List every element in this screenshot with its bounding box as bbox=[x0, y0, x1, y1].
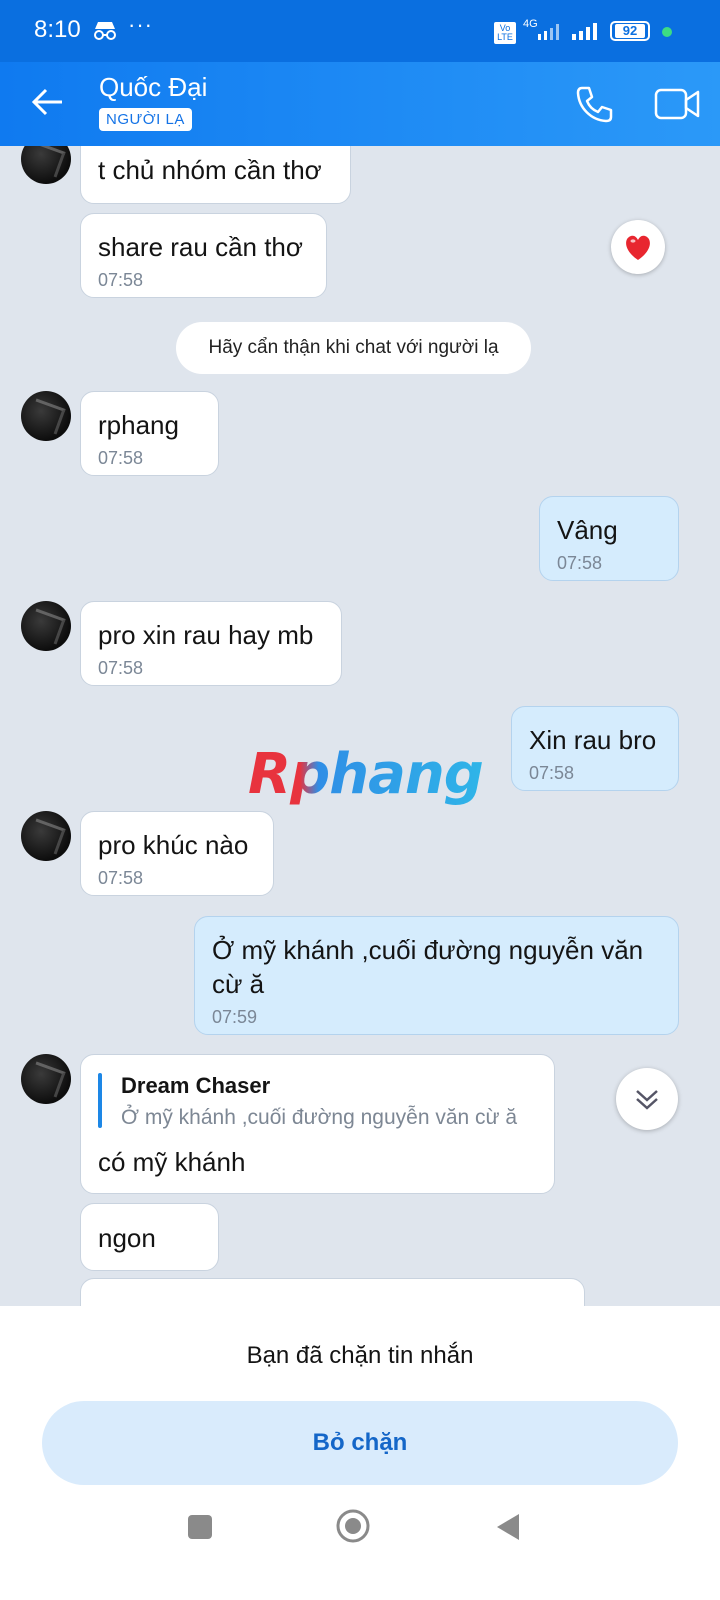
message-time: 07:58 bbox=[98, 868, 144, 888]
home-icon[interactable] bbox=[335, 1508, 371, 1549]
signal-2-icon bbox=[570, 22, 602, 47]
message-text: share rau cần thơ bbox=[98, 232, 303, 262]
message-text: ngon bbox=[98, 1223, 156, 1253]
message-bubble[interactable]: ngon bbox=[80, 1203, 219, 1271]
system-nav-bar bbox=[0, 1498, 720, 1600]
avatar[interactable] bbox=[21, 811, 71, 861]
message-text: t chủ nhóm cần thơ bbox=[98, 155, 322, 185]
battery-icon: 92 bbox=[610, 21, 650, 41]
message-text: pro khúc nào bbox=[98, 830, 249, 860]
message-text-line-2: cừ ă bbox=[212, 969, 265, 999]
heart-reaction-icon[interactable] bbox=[611, 220, 665, 274]
back-nav-icon[interactable] bbox=[495, 1512, 521, 1547]
chat-area[interactable]: t chủ nhóm cần thơ share rau cần thơ 07:… bbox=[0, 146, 720, 1306]
message-text: có mỹ khánh bbox=[98, 1147, 246, 1177]
video-call-icon[interactable] bbox=[654, 86, 700, 127]
message-bubble[interactable]: pro khúc nào 07:58 bbox=[80, 811, 274, 896]
message-bubble[interactable] bbox=[80, 1278, 585, 1306]
reply-message-bubble[interactable]: Dream Chaser Ở mỹ khánh ,cuối đường nguy… bbox=[80, 1054, 555, 1194]
more-notifications-icon: ··· bbox=[128, 12, 153, 37]
message-time: 07:58 bbox=[98, 658, 144, 678]
message-bubble[interactable]: share rau cần thơ 07:58 bbox=[80, 213, 327, 298]
message-text: pro xin rau hay mb bbox=[98, 620, 314, 650]
message-bubble-outgoing[interactable]: Xin rau bro 07:58 bbox=[511, 706, 679, 791]
volte-icon: Vo LTE bbox=[494, 22, 516, 44]
active-dot-icon bbox=[662, 27, 672, 37]
message-text: Xin rau bro bbox=[529, 725, 657, 755]
quote-bar bbox=[98, 1073, 102, 1128]
back-arrow-icon[interactable] bbox=[30, 84, 66, 125]
message-time: 07:58 bbox=[557, 553, 603, 573]
avatar[interactable] bbox=[21, 146, 71, 184]
incognito-icon bbox=[92, 20, 118, 47]
message-time: 07:59 bbox=[212, 1007, 258, 1027]
message-bubble[interactable]: pro xin rau hay mb 07:58 bbox=[80, 601, 342, 686]
signal-icon bbox=[536, 22, 564, 47]
avatar[interactable] bbox=[21, 391, 71, 441]
message-bubble[interactable]: rphang 07:58 bbox=[80, 391, 219, 476]
message-time: 07:58 bbox=[98, 270, 144, 290]
contact-name[interactable]: Quốc Đại bbox=[99, 72, 207, 103]
watermark-logo: Rphang bbox=[248, 742, 484, 807]
double-chevron-down-icon bbox=[636, 1090, 658, 1110]
unblock-button[interactable]: Bỏ chặn bbox=[42, 1401, 678, 1485]
message-bubble-outgoing[interactable]: Ở mỹ khánh ,cuối đường nguyễn văn cừ ă 0… bbox=[194, 916, 679, 1035]
stranger-warning-notice: Hãy cẩn thận khi chat với người lạ bbox=[176, 322, 531, 374]
message-bubble-outgoing[interactable]: Vâng 07:58 bbox=[539, 496, 679, 581]
avatar[interactable] bbox=[21, 601, 71, 651]
message-text: Vâng bbox=[557, 515, 618, 545]
blocked-status-text: Bạn đã chặn tin nhắn bbox=[246, 1342, 474, 1369]
message-time: 07:58 bbox=[98, 448, 144, 468]
quoted-author: Dream Chaser bbox=[121, 1073, 271, 1098]
phone-icon[interactable] bbox=[574, 84, 614, 129]
recent-apps-icon[interactable] bbox=[187, 1514, 213, 1545]
chat-header: Quốc Đại NGƯỜI LẠ bbox=[0, 62, 720, 146]
stranger-badge: NGƯỜI LẠ bbox=[99, 108, 192, 131]
avatar[interactable] bbox=[21, 1054, 71, 1104]
quoted-text: Ở mỹ khánh ,cuối đường nguyễn văn cừ ă bbox=[121, 1106, 518, 1129]
status-time: 8:10 bbox=[34, 16, 81, 43]
message-bubble[interactable]: t chủ nhóm cần thơ bbox=[80, 146, 351, 204]
status-bar: 8:10 ··· Vo LTE 4G 92 bbox=[0, 0, 720, 62]
message-time: 07:58 bbox=[529, 763, 575, 783]
message-text-line-1: Ở mỹ khánh ,cuối đường nguyễn văn bbox=[212, 935, 644, 965]
battery-level: 92 bbox=[615, 24, 645, 38]
scroll-down-button[interactable] bbox=[616, 1068, 678, 1130]
message-text: rphang bbox=[98, 410, 179, 440]
